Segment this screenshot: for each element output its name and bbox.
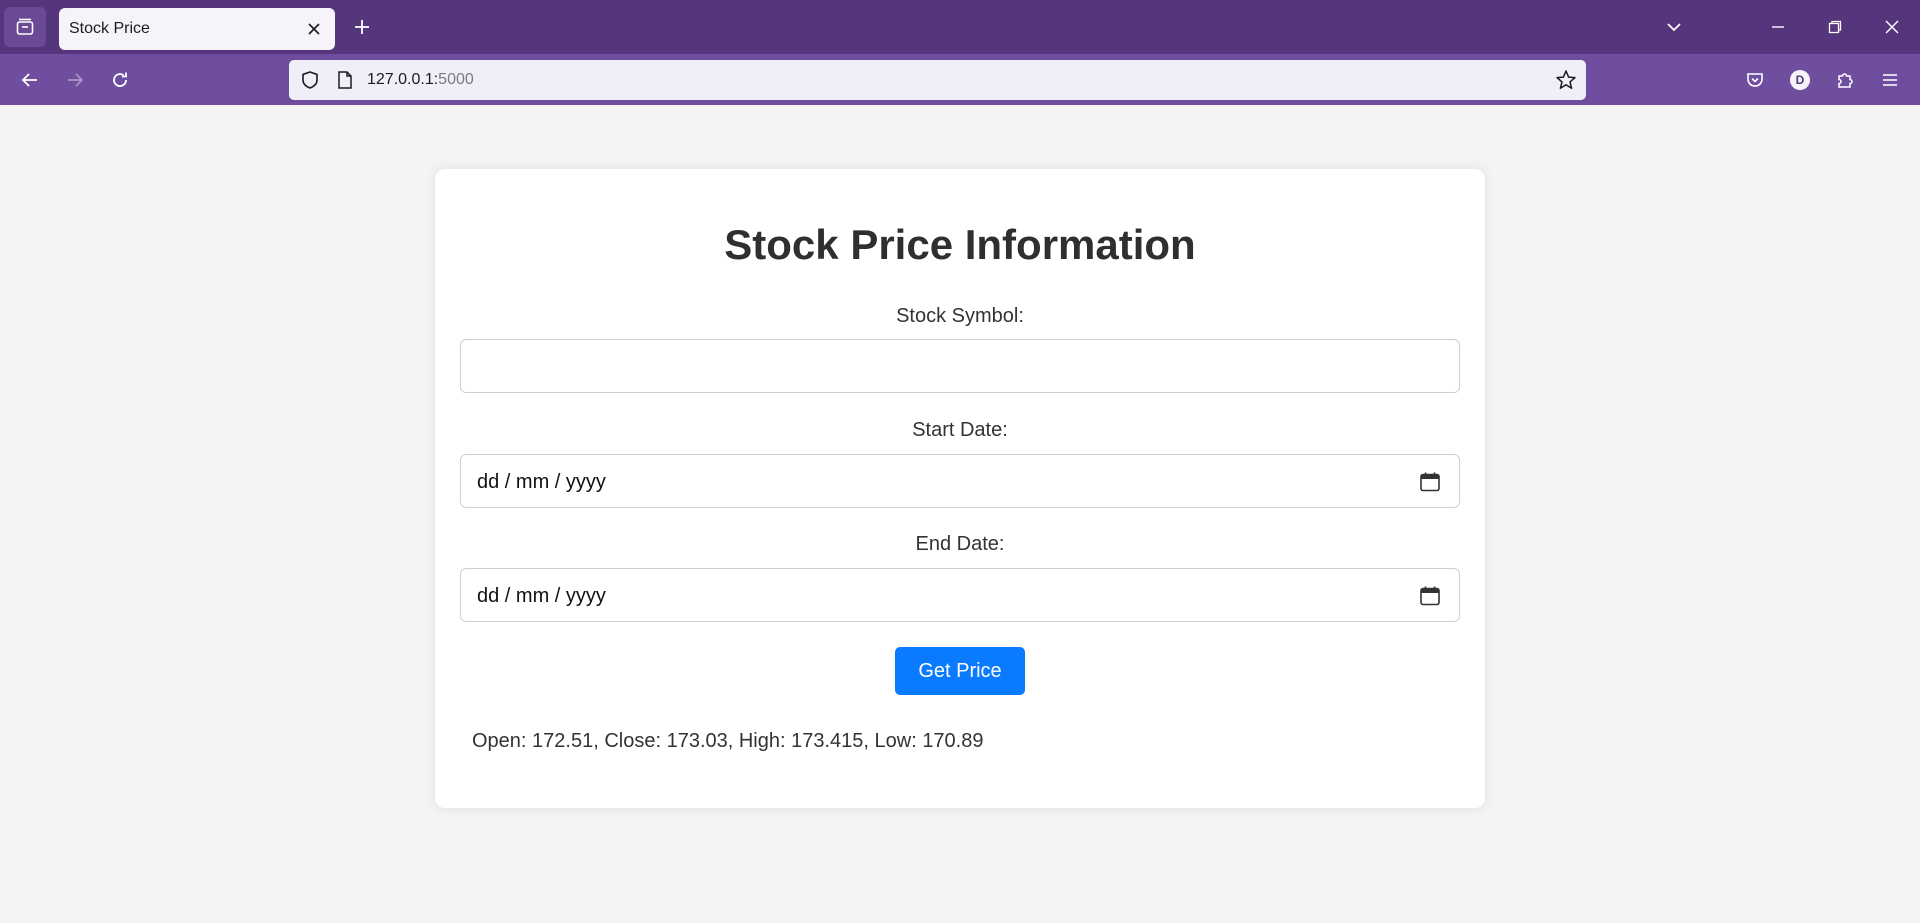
end-date-picker-button[interactable] xyxy=(1418,584,1442,608)
end-date-label: End Date: xyxy=(915,533,1005,555)
end-date-input[interactable]: dd / mm / yyyy xyxy=(460,568,1460,622)
calendar-icon xyxy=(1420,586,1440,606)
restore-button[interactable] xyxy=(1820,12,1850,42)
price-result-text: Open: 172.51, Close: 173.03, High: 173.4… xyxy=(472,730,984,752)
plus-icon xyxy=(355,20,369,34)
new-tab-button[interactable] xyxy=(347,12,377,42)
get-price-button[interactable]: Get Price xyxy=(895,647,1025,695)
close-icon xyxy=(308,23,320,35)
page-icon xyxy=(338,71,352,89)
close-window-button[interactable] xyxy=(1877,12,1907,42)
browser-navigation-bar: 127.0.0.1:5000 D xyxy=(0,54,1920,105)
avatar: D xyxy=(1790,70,1810,90)
stock-symbol-label: Stock Symbol: xyxy=(896,305,1024,327)
pocket-icon xyxy=(1747,73,1763,87)
forward-button[interactable] xyxy=(59,64,91,96)
list-all-tabs-button[interactable] xyxy=(1659,12,1689,42)
stock-symbol-input[interactable] xyxy=(461,340,1459,392)
reload-button[interactable] xyxy=(104,64,136,96)
browser-tab-bar: Stock Price xyxy=(0,0,1920,54)
url-host: 127.0.0.1: xyxy=(367,71,439,88)
start-date-input[interactable]: dd / mm / yyyy xyxy=(460,454,1460,508)
minimize-icon xyxy=(1772,26,1784,28)
chevron-down-icon xyxy=(1667,23,1681,32)
folder-tabs-icon xyxy=(16,18,34,35)
url-text: 127.0.0.1:5000 xyxy=(367,71,474,89)
pocket-button[interactable] xyxy=(1739,64,1771,96)
restore-icon xyxy=(1828,20,1842,34)
stock-symbol-field[interactable] xyxy=(460,339,1460,393)
minimize-button[interactable] xyxy=(1763,12,1793,42)
bookmark-button[interactable] xyxy=(1554,68,1578,92)
account-button[interactable]: D xyxy=(1784,64,1816,96)
stock-form-card: Stock Price Information Stock Symbol: St… xyxy=(435,169,1485,808)
menu-button[interactable] xyxy=(1874,64,1906,96)
star-icon xyxy=(1556,70,1576,90)
shield-icon xyxy=(302,71,318,89)
tracking-protection-button[interactable] xyxy=(298,68,322,92)
puzzle-piece-icon xyxy=(1838,73,1853,88)
active-tab[interactable]: Stock Price xyxy=(59,8,335,50)
arrow-left-icon xyxy=(21,73,37,87)
start-date-picker-button[interactable] xyxy=(1418,470,1442,494)
end-date-placeholder: dd / mm / yyyy xyxy=(477,585,606,607)
reload-icon xyxy=(113,72,127,87)
site-info-button[interactable] xyxy=(333,68,357,92)
url-port: 5000 xyxy=(438,71,474,88)
address-bar[interactable]: 127.0.0.1:5000 xyxy=(289,60,1586,100)
tab-close-button[interactable] xyxy=(301,16,327,42)
start-date-label: Start Date: xyxy=(912,419,1008,441)
tab-title: Stock Price xyxy=(69,20,150,37)
tab-overview-button[interactable] xyxy=(4,7,46,47)
start-date-placeholder: dd / mm / yyyy xyxy=(477,471,606,493)
page-title: Stock Price Information xyxy=(724,221,1196,268)
back-button[interactable] xyxy=(14,64,46,96)
close-icon xyxy=(1885,20,1899,34)
arrow-right-icon xyxy=(68,73,84,87)
extensions-button[interactable] xyxy=(1829,64,1861,96)
calendar-icon xyxy=(1420,472,1440,492)
hamburger-menu-icon xyxy=(1883,74,1897,86)
